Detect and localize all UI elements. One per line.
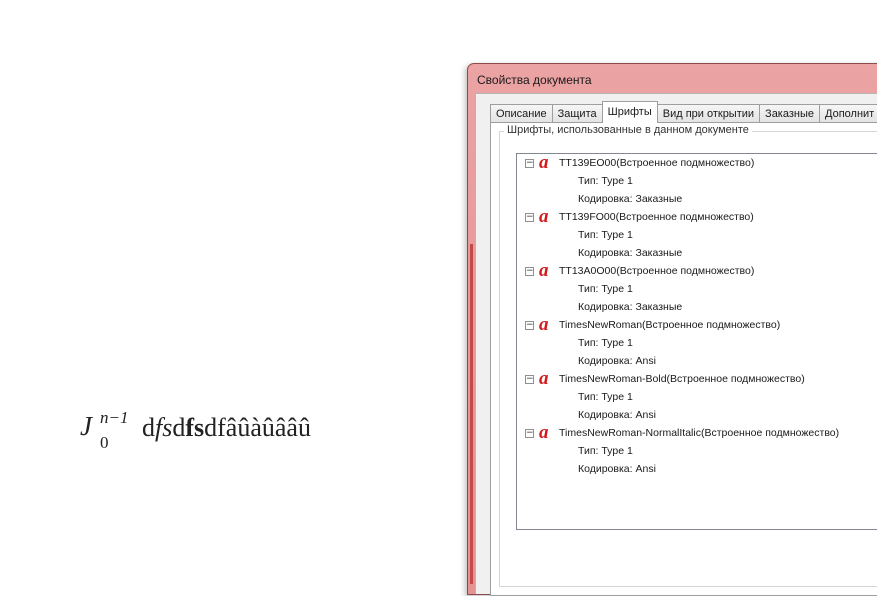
font-list[interactable]: − a TT139EO00(Встроенное подмножество) Т…: [516, 153, 877, 530]
font-encoding: Кодировка: Ansi: [578, 463, 656, 475]
document-formula: J n−1 0 dfsdfsdfâûàûââû: [80, 405, 420, 455]
document-text-line: dfsdfsdfâûàûââû: [142, 413, 311, 443]
collapse-toggle-icon[interactable]: −: [525, 159, 534, 168]
tab-fonts[interactable]: Шрифты: [601, 101, 658, 123]
formula-subscript: 0: [100, 433, 109, 452]
groupbox-caption: Шрифты, использованные в данном документ…: [504, 124, 752, 136]
tab-strip: Описание Защита Шрифты Вид при открытии Зака…: [490, 101, 877, 123]
collapse-toggle-icon[interactable]: −: [525, 321, 534, 330]
font-type: Тип: Type 1: [578, 229, 633, 241]
font-icon: a: [539, 260, 549, 281]
font-icon: a: [539, 368, 549, 389]
text-fs-italic: fs: [155, 413, 173, 442]
tab-security[interactable]: Защита: [551, 104, 603, 123]
window-title: Свойства документа: [477, 73, 592, 87]
font-icon: a: [539, 314, 549, 335]
document-properties-dialog: Свойства документа Описание Защита Шрифты В…: [467, 63, 877, 596]
formula-superscript: n−1: [100, 408, 129, 427]
font-encoding: Кодировка: Заказные: [578, 301, 683, 313]
font-name: TimesNewRoman(Встроенное подмножество): [559, 319, 781, 331]
font-type: Тип: Type 1: [578, 391, 633, 403]
text-d1: d: [142, 413, 155, 442]
formula-base: J: [80, 411, 92, 441]
collapse-toggle-icon[interactable]: −: [525, 267, 534, 276]
frame-edge: [470, 244, 473, 584]
collapse-toggle-icon[interactable]: −: [525, 375, 534, 384]
fonts-groupbox: Шрифты, использованные в данном документ…: [499, 124, 877, 587]
font-type: Тип: Type 1: [578, 445, 633, 457]
text-fs-bold: fs: [185, 413, 205, 442]
collapse-toggle-icon[interactable]: −: [525, 429, 534, 438]
tab-custom[interactable]: Заказные: [759, 104, 820, 123]
text-rest: dfâûàûââû: [204, 413, 311, 442]
dialog-client-area: Описание Защита Шрифты Вид при открытии Зака…: [475, 93, 877, 596]
font-name: TimesNewRoman-NormalItalic(Встроенное по…: [559, 427, 840, 439]
font-type: Тип: Type 1: [578, 283, 633, 295]
font-encoding: Кодировка: Ansi: [578, 409, 656, 421]
font-icon: a: [539, 422, 549, 443]
font-encoding: Кодировка: Заказные: [578, 193, 683, 205]
font-encoding: Кодировка: Ansi: [578, 355, 656, 367]
font-name: TT139EO00(Встроенное подмножество): [559, 157, 755, 169]
tab-advanced[interactable]: Дополнит: [819, 104, 877, 123]
title-bar[interactable]: Свойства документа: [468, 64, 877, 92]
font-type: Тип: Type 1: [578, 175, 633, 187]
font-name: TimesNewRoman-Bold(Встроенное подмножест…: [559, 373, 805, 385]
font-icon: a: [539, 206, 549, 227]
collapse-toggle-icon[interactable]: −: [525, 213, 534, 222]
tab-initial-view[interactable]: Вид при открытии: [656, 104, 761, 123]
text-d2: d: [172, 413, 186, 442]
font-type: Тип: Type 1: [578, 337, 633, 349]
font-encoding: Кодировка: Заказные: [578, 247, 683, 259]
tab-description[interactable]: Описание: [490, 104, 553, 123]
font-name: TT13A0O00(Встроенное подмножество): [559, 265, 755, 277]
fonts-tab-panel: Шрифты, использованные в данном документ…: [490, 122, 877, 596]
font-icon: a: [539, 152, 549, 173]
font-name: TT139FO00(Встроенное подмножество): [559, 211, 754, 223]
